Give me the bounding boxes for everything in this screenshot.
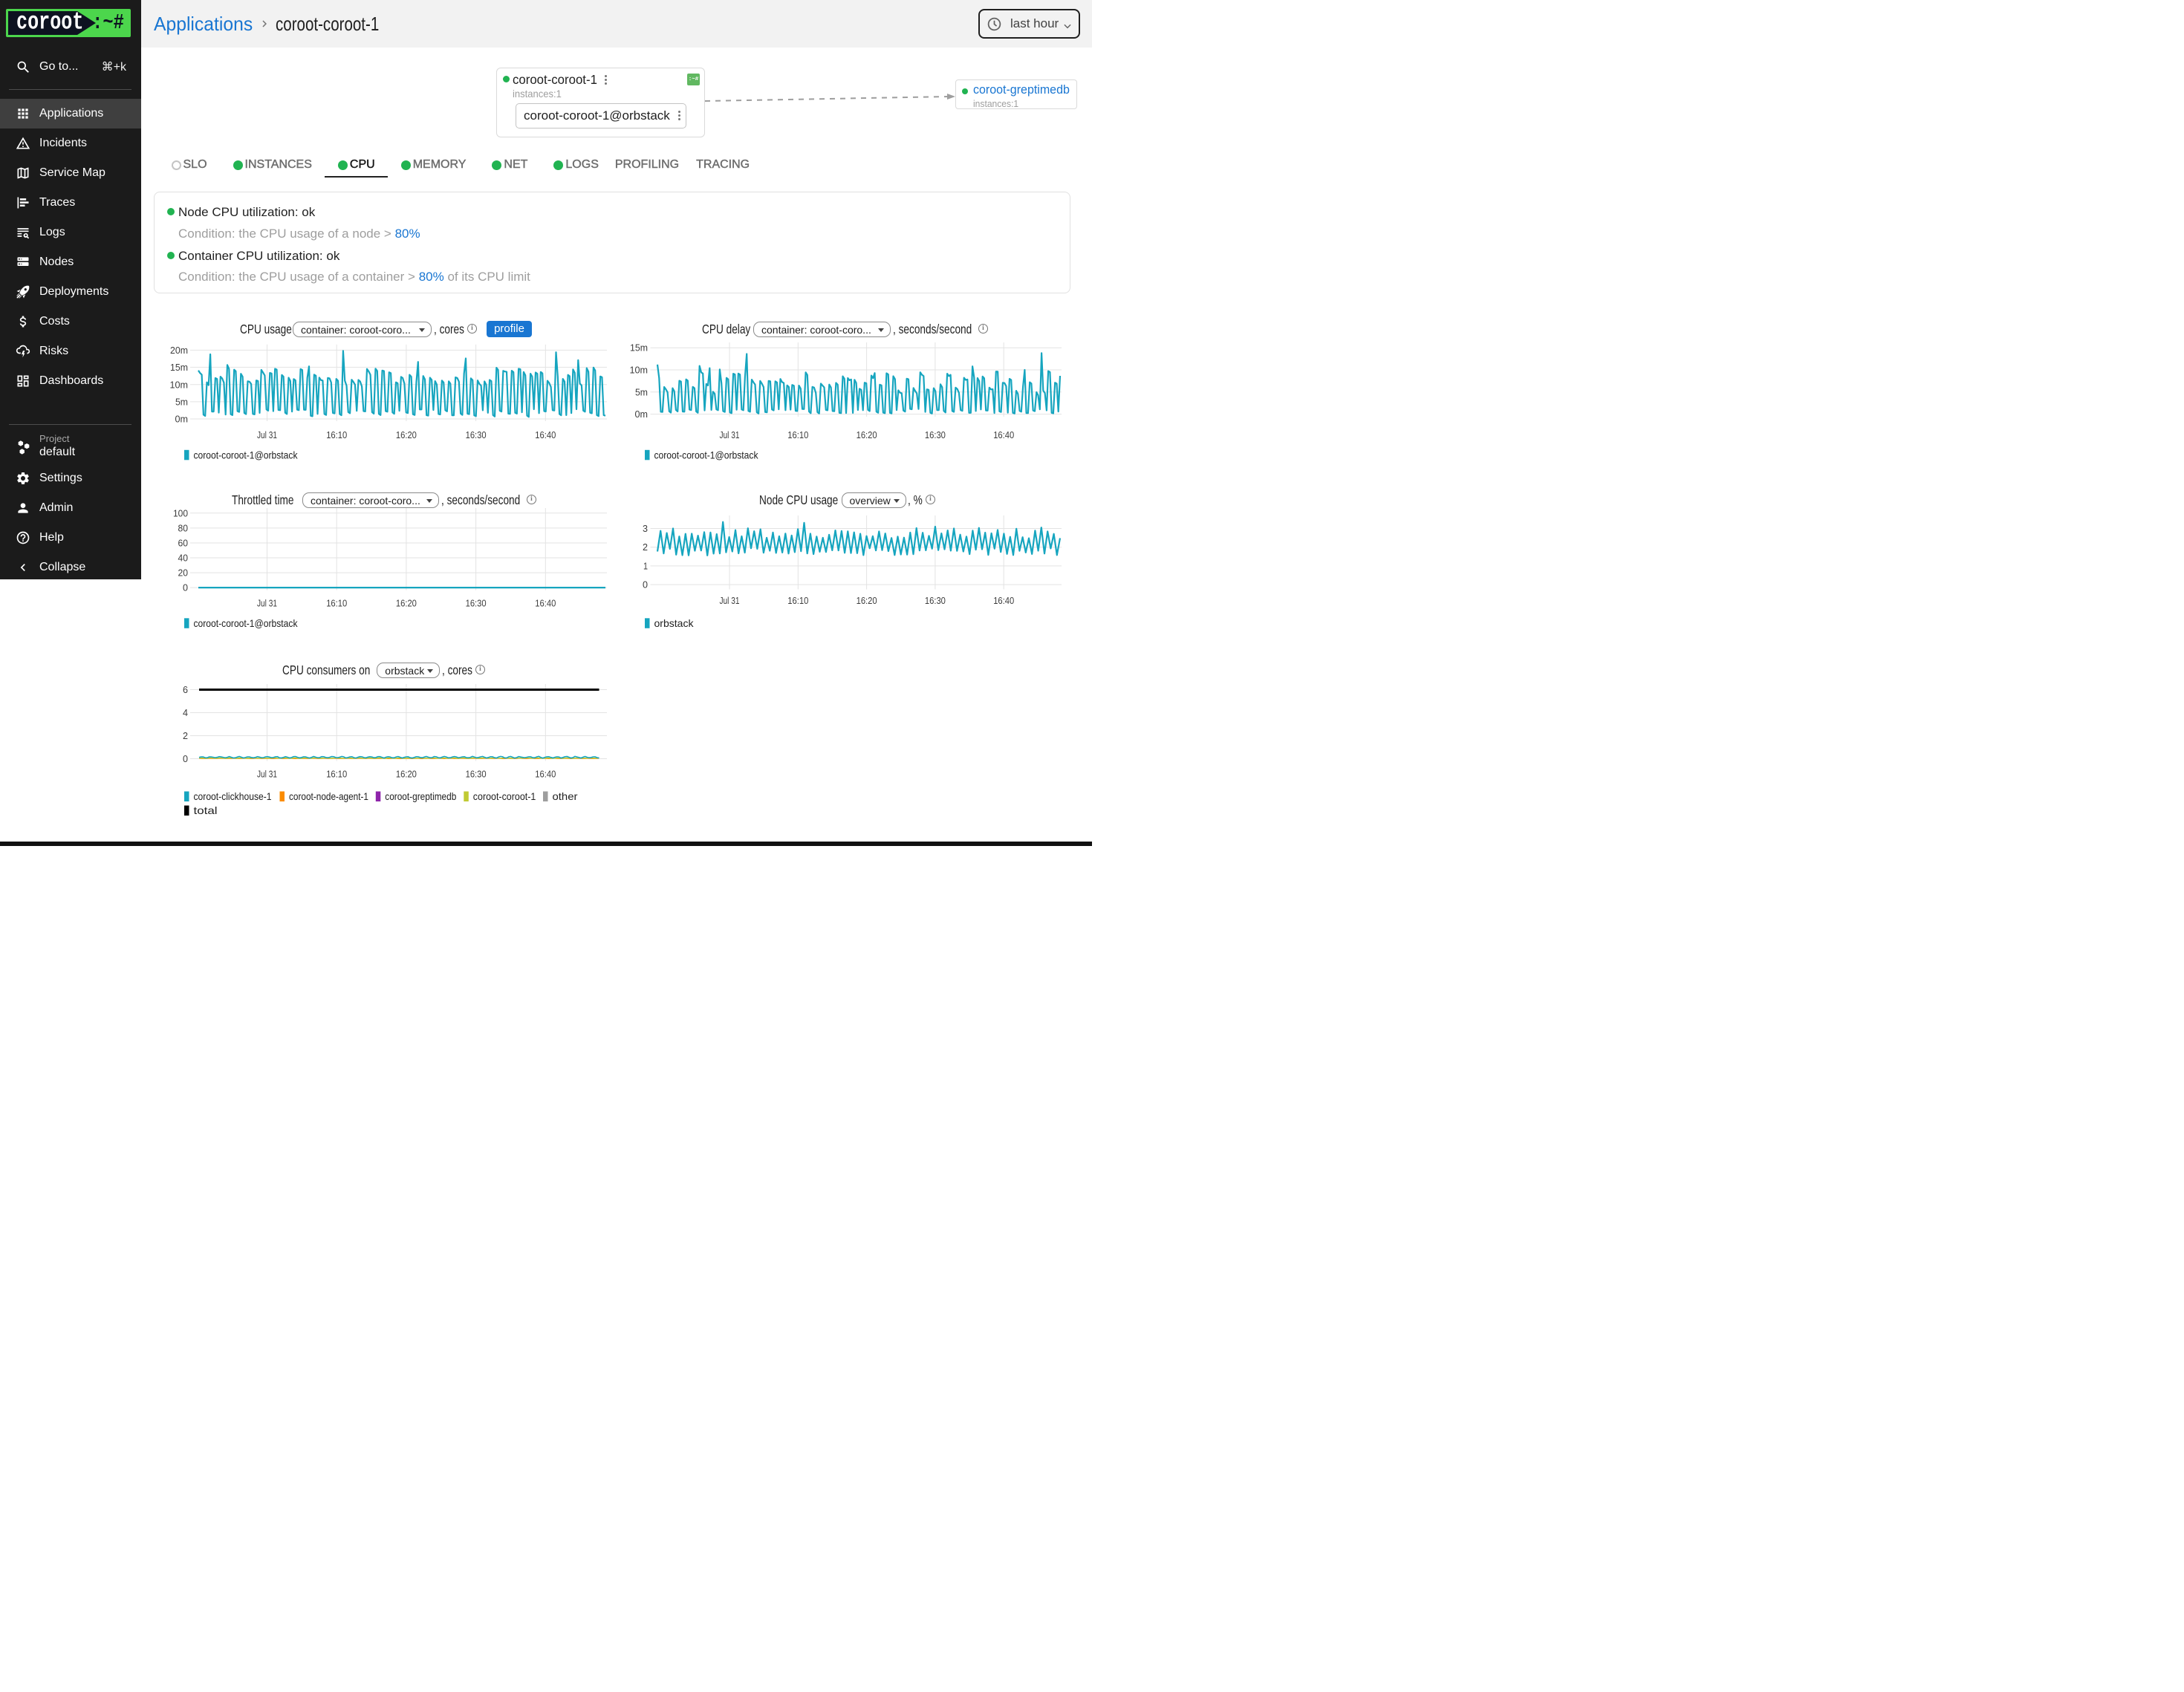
svg-text:16:10: 16:10 — [326, 598, 347, 609]
svg-text:Jul 31: Jul 31 — [257, 429, 277, 440]
svg-text:3: 3 — [643, 523, 648, 534]
svg-text:16:20: 16:20 — [396, 598, 417, 609]
svg-text:coroot-coroot-1@orbstack: coroot-coroot-1@orbstack — [654, 449, 759, 461]
svg-text:16:10: 16:10 — [326, 769, 347, 780]
svg-text:coroot-coroot-1: coroot-coroot-1 — [473, 790, 536, 802]
svg-text:16:30: 16:30 — [466, 598, 487, 609]
svg-text:coroot-node-agent-1: coroot-node-agent-1 — [289, 790, 368, 802]
svg-text:16:20: 16:20 — [857, 595, 877, 606]
svg-text:16:40: 16:40 — [535, 429, 556, 440]
svg-text:16:40: 16:40 — [535, 598, 556, 609]
svg-text:16:10: 16:10 — [787, 429, 808, 440]
svg-text:20: 20 — [178, 567, 189, 579]
svg-text:Jul 31: Jul 31 — [257, 598, 277, 609]
svg-text:Jul 31: Jul 31 — [720, 595, 740, 606]
svg-text:1: 1 — [643, 560, 648, 571]
svg-text:0: 0 — [183, 582, 188, 593]
svg-text:16:20: 16:20 — [857, 429, 877, 440]
svg-text:2: 2 — [183, 730, 188, 741]
svg-text:16:10: 16:10 — [787, 595, 808, 606]
svg-text:16:20: 16:20 — [396, 769, 417, 780]
svg-text:coroot-coroot-1@orbstack: coroot-coroot-1@orbstack — [194, 617, 299, 629]
svg-text:16:40: 16:40 — [993, 429, 1014, 440]
svg-text:0m: 0m — [175, 414, 189, 425]
svg-text:total: total — [194, 804, 218, 816]
svg-text:Jul 31: Jul 31 — [720, 429, 740, 440]
svg-text:10m: 10m — [170, 379, 189, 390]
svg-text:16:30: 16:30 — [925, 595, 946, 606]
svg-text:15m: 15m — [630, 342, 648, 354]
svg-text:16:30: 16:30 — [466, 429, 487, 440]
svg-text:16:40: 16:40 — [993, 595, 1014, 606]
svg-text:coroot-coroot-1@orbstack: coroot-coroot-1@orbstack — [194, 449, 299, 461]
svg-text:16:40: 16:40 — [535, 769, 556, 780]
svg-text:0: 0 — [643, 579, 648, 590]
svg-text:16:10: 16:10 — [326, 429, 347, 440]
svg-text:coroot-clickhouse-1: coroot-clickhouse-1 — [194, 790, 272, 802]
svg-text:4: 4 — [183, 707, 188, 718]
svg-text:Jul 31: Jul 31 — [257, 769, 277, 780]
svg-text:20m: 20m — [170, 345, 188, 356]
svg-text:16:30: 16:30 — [466, 769, 487, 780]
svg-text:coroot-greptimedb: coroot-greptimedb — [385, 790, 456, 802]
svg-text:15m: 15m — [170, 362, 188, 373]
svg-text:16:30: 16:30 — [925, 429, 946, 440]
svg-text:6: 6 — [183, 684, 188, 695]
svg-text:40: 40 — [178, 553, 189, 564]
svg-text:60: 60 — [178, 538, 189, 549]
svg-text:5m: 5m — [635, 386, 648, 397]
svg-text:100: 100 — [173, 507, 188, 518]
svg-text:16:20: 16:20 — [396, 429, 417, 440]
svg-text:0: 0 — [183, 753, 188, 764]
svg-text:80: 80 — [178, 522, 189, 533]
svg-text:orbstack: orbstack — [654, 617, 695, 629]
svg-text:other: other — [553, 790, 578, 802]
svg-text:0m: 0m — [635, 409, 649, 420]
svg-text:10m: 10m — [630, 365, 649, 376]
svg-text:5m: 5m — [175, 396, 188, 407]
svg-text:2: 2 — [643, 541, 648, 553]
